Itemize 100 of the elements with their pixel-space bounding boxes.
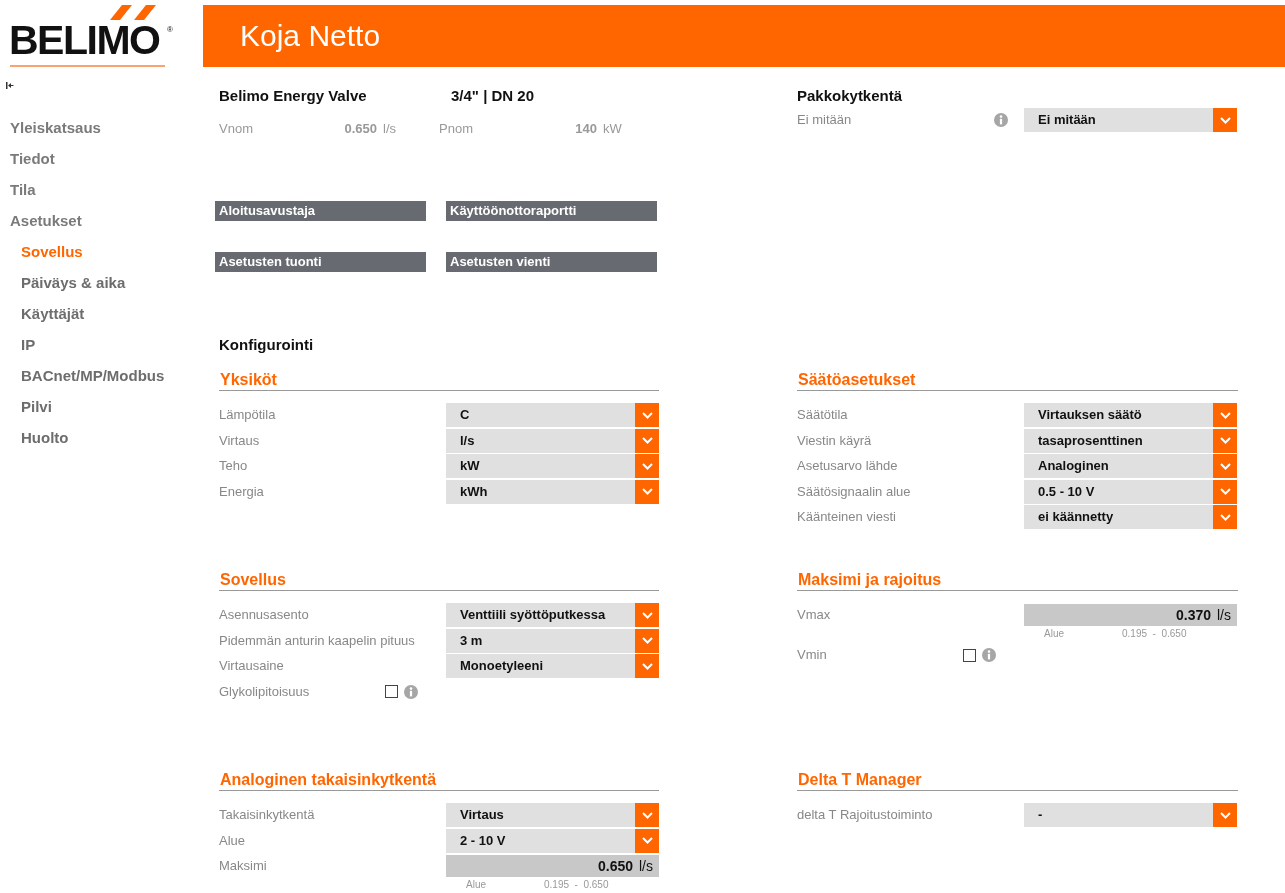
dropdown-toggle[interactable]: [1213, 403, 1237, 427]
dropdown-toggle[interactable]: [1213, 803, 1237, 827]
field-label: Asetusarvo lähde: [797, 457, 899, 476]
number-field[interactable]: 0.370 l/s: [1024, 604, 1237, 626]
chevron-icon: [640, 610, 654, 620]
dropdown[interactable]: 0.5 - 10 V: [1024, 479, 1213, 504]
field-label: Ei mitään: [797, 111, 853, 130]
number-field[interactable]: 0.650 l/s: [446, 855, 659, 877]
chevron-icon: [640, 836, 654, 845]
checkbox[interactable]: [385, 685, 398, 698]
dropdown[interactable]: kWh: [446, 479, 635, 504]
range-value: 0.195 - 0.650: [1122, 627, 1187, 641]
dropdown-toggle[interactable]: [1213, 505, 1237, 529]
dropdown[interactable]: Monoetyleeni: [446, 654, 635, 678]
chevron-icon: [640, 661, 654, 671]
field-label: Lämpötila: [219, 406, 277, 425]
nav-item[interactable]: Huolto: [0, 428, 69, 459]
dropdown[interactable]: ei käännetty: [1024, 505, 1213, 529]
section-title: Delta T Manager: [797, 769, 1238, 791]
dropdown-toggle[interactable]: [635, 454, 659, 478]
dropdown-toggle[interactable]: [635, 428, 659, 453]
action-button[interactable]: Asetusten tuonti: [215, 252, 426, 272]
action-button[interactable]: Aloitusavustaja: [215, 201, 426, 221]
section-title: Sovellus: [219, 569, 659, 591]
nav-item[interactable]: Päiväys & aika: [0, 273, 126, 304]
action-button[interactable]: Asetusten vienti: [446, 252, 657, 272]
dropdown[interactable]: l/s: [446, 428, 635, 453]
nav-item[interactable]: Pilvi: [0, 397, 52, 428]
collapse-icon[interactable]: [6, 82, 14, 89]
dropdown-toggle[interactable]: [635, 603, 659, 627]
spec-label: Pnom: [439, 120, 474, 139]
info-icon[interactable]: [404, 684, 418, 699]
field-label: Säätösignaalin alue: [797, 482, 912, 501]
chevron-icon: [1218, 487, 1232, 496]
dropdown[interactable]: kW: [446, 454, 635, 478]
chevron-icon: [640, 410, 654, 420]
dropdown-toggle[interactable]: [1213, 479, 1237, 504]
chevron-icon: [640, 810, 654, 820]
nav-item[interactable]: Asetukset: [0, 211, 82, 242]
spec-value: 0.650: [343, 120, 377, 139]
dropdown-toggle[interactable]: [635, 479, 659, 504]
dropdown-toggle[interactable]: [635, 654, 659, 678]
checkbox[interactable]: [963, 648, 976, 662]
field-label: Vmin: [797, 646, 828, 665]
field-label: Virtausaine: [219, 657, 285, 676]
nav-item[interactable]: Tiedot: [0, 149, 55, 180]
dropdown[interactable]: 2 - 10 V: [446, 828, 635, 853]
section-heading: Konfigurointi: [218, 335, 315, 355]
dropdown[interactable]: Virtauksen säätö: [1024, 403, 1213, 427]
registered-mark: ®: [167, 24, 173, 36]
section-title: Maksimi ja rajoitus: [797, 569, 1238, 591]
field-label: Käänteinen viesti: [797, 508, 897, 527]
chevron-icon: [1218, 115, 1232, 125]
chevron-icon: [640, 636, 654, 645]
spec-unit: l/s: [383, 120, 396, 139]
page-title: Koja Netto: [203, 5, 1285, 67]
device-size: 3/4" | DN 20: [451, 86, 534, 106]
section-title: Yksiköt: [219, 369, 659, 391]
nav-item[interactable]: IP: [0, 335, 36, 366]
nav-item[interactable]: Käyttäjät: [0, 304, 85, 335]
field-label: Vmax: [797, 606, 832, 625]
chevron-icon: [640, 487, 654, 496]
dropdown-toggle[interactable]: [635, 828, 659, 853]
range-label: Alue: [466, 878, 487, 892]
spec-label: Vnom: [219, 120, 254, 139]
info-icon[interactable]: [994, 113, 1008, 127]
chevron-icon: [1218, 512, 1232, 522]
field-label: delta T Rajoitustoiminto: [797, 806, 934, 825]
dropdown[interactable]: Ei mitään: [1024, 108, 1213, 132]
range-label: Alue: [1044, 627, 1065, 641]
dropdown-toggle[interactable]: [1213, 454, 1237, 478]
field-label: Alue: [219, 831, 247, 850]
chevron-icon: [1218, 436, 1232, 445]
chevron-icon: [640, 436, 654, 445]
field-label: Energia: [219, 482, 265, 501]
dropdown-toggle[interactable]: [635, 628, 659, 653]
dropdown[interactable]: C: [446, 403, 635, 427]
nav-item[interactable]: BACnet/MP/Modbus: [0, 366, 165, 397]
dropdown[interactable]: Analoginen: [1024, 454, 1213, 478]
section-title: Analoginen takaisinkytkentä: [219, 769, 659, 791]
spec-value: 140: [574, 120, 597, 139]
info-icon[interactable]: [982, 648, 996, 662]
dropdown[interactable]: 3 m: [446, 628, 635, 653]
nav-item[interactable]: Tila: [0, 180, 36, 211]
field-label: Teho: [219, 457, 249, 476]
dropdown[interactable]: Virtaus: [446, 803, 635, 827]
field-label: Takaisinkytkentä: [219, 806, 316, 825]
dropdown[interactable]: -: [1024, 803, 1213, 827]
chevron-icon: [1218, 410, 1232, 420]
field-label: Maksimi: [219, 857, 268, 876]
dropdown[interactable]: tasaprosenttinen: [1024, 428, 1213, 453]
nav-item[interactable]: Yleiskatsaus: [0, 118, 101, 149]
dropdown-toggle[interactable]: [635, 803, 659, 827]
dropdown-toggle[interactable]: [1213, 428, 1237, 453]
dropdown[interactable]: Venttiili syöttöputkessa: [446, 603, 635, 627]
action-button[interactable]: Käyttöönottoraportti: [446, 201, 657, 221]
dropdown-toggle[interactable]: [635, 403, 659, 427]
field-label: Asennusasento: [219, 606, 310, 625]
logo-stripes-icon: [110, 5, 156, 20]
dropdown-toggle[interactable]: [1213, 108, 1237, 132]
